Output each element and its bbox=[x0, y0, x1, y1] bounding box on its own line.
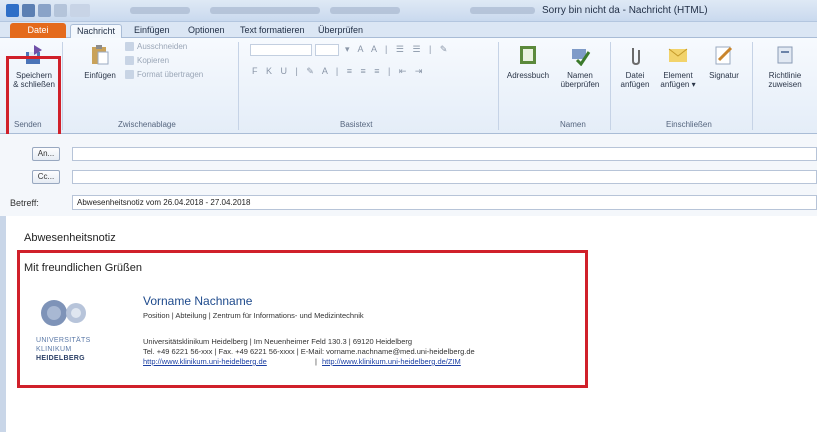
cut-button[interactable]: Ausschneiden bbox=[125, 42, 187, 51]
paste-label: Einfügen bbox=[84, 71, 116, 80]
signature-button[interactable]: Signatur bbox=[704, 44, 744, 80]
cc-field[interactable] bbox=[72, 170, 817, 184]
blurred-title-part bbox=[210, 7, 320, 14]
group-separator bbox=[498, 42, 499, 130]
quick-access-toolbar bbox=[6, 4, 90, 17]
tab-format-text[interactable]: Text formatieren bbox=[240, 24, 305, 38]
group-label-basic-text: Basistext bbox=[340, 120, 373, 129]
group-separator bbox=[238, 42, 239, 130]
blurred-title-part bbox=[130, 7, 190, 14]
assign-policy-label-1: Richtlinie bbox=[768, 71, 802, 80]
envelope-icon bbox=[668, 48, 688, 62]
blurred-title-part bbox=[470, 7, 535, 14]
check-names-button[interactable]: Namen überprüfen bbox=[558, 44, 602, 89]
copy-button[interactable]: Kopieren bbox=[125, 56, 169, 65]
subject-label: Betreff: bbox=[10, 198, 39, 208]
highlight-box-save bbox=[6, 56, 61, 138]
cc-button[interactable]: Cc... bbox=[32, 170, 60, 184]
attach-item-label-1: Element bbox=[663, 71, 693, 80]
attach-file-label-2: anfügen bbox=[620, 80, 650, 89]
outlook-icon bbox=[6, 4, 19, 17]
tab-insert[interactable]: Einfügen bbox=[134, 24, 170, 38]
assign-policy-button[interactable]: Richtlinie zuweisen bbox=[760, 44, 810, 89]
check-names-label-2: überprüfen bbox=[560, 80, 600, 89]
to-field[interactable] bbox=[72, 147, 817, 161]
format-painter-button[interactable]: Format übertragen bbox=[125, 70, 203, 79]
tab-file[interactable]: Datei bbox=[10, 23, 66, 38]
group-label-include: Einschließen bbox=[666, 120, 712, 129]
group-separator bbox=[610, 42, 611, 130]
address-book-label: Adressbuch bbox=[506, 71, 550, 80]
blurred-title-part bbox=[330, 7, 400, 14]
title-bar: Sorry bin nicht da - Nachricht (HTML) bbox=[0, 0, 817, 22]
subject-field[interactable]: Abwesenheitsnotiz vom 26.04.2018 - 27.04… bbox=[72, 195, 817, 210]
paperclip-icon bbox=[632, 48, 640, 66]
font-name-combo[interactable] bbox=[250, 44, 312, 56]
group-label-names: Namen bbox=[560, 120, 586, 129]
address-book-icon bbox=[520, 46, 536, 64]
tab-message[interactable]: Nachricht bbox=[70, 24, 122, 38]
brush-icon bbox=[125, 70, 134, 79]
to-button[interactable]: An... bbox=[32, 147, 60, 161]
paste-button[interactable]: Einfügen bbox=[80, 44, 120, 80]
tab-review[interactable]: Überprüfen bbox=[318, 24, 363, 38]
ribbon-tabs: Datei Nachricht Einfügen Optionen Text f… bbox=[0, 22, 817, 38]
paste-icon bbox=[92, 45, 109, 65]
text-format-buttons[interactable]: F K U | ✎ A | ≡ ≡ ≡ | ⇤ ⇥ bbox=[252, 66, 425, 77]
body-heading: Abwesenheitsnotiz bbox=[24, 232, 116, 244]
font-size-combo[interactable] bbox=[315, 44, 339, 56]
attach-file-label-1: Datei bbox=[625, 71, 645, 80]
policy-icon bbox=[777, 46, 793, 64]
message-header-fields: An... Cc... Betreff: Abwesenheitsnotiz v… bbox=[0, 134, 817, 216]
check-names-label-1: Namen bbox=[567, 71, 593, 80]
attach-file-button[interactable]: Datei anfügen bbox=[616, 44, 654, 89]
tab-options[interactable]: Optionen bbox=[188, 24, 225, 38]
group-separator bbox=[62, 42, 63, 130]
signature-label: Signatur bbox=[709, 71, 739, 80]
check-names-icon bbox=[572, 49, 591, 67]
scissors-icon bbox=[125, 42, 134, 51]
save-icon[interactable] bbox=[22, 4, 35, 17]
customize-icon[interactable] bbox=[70, 4, 90, 17]
ribbon: Speichern & schließen Senden Einfügen Au… bbox=[0, 38, 817, 134]
redo-icon[interactable] bbox=[54, 4, 67, 17]
group-separator bbox=[752, 42, 753, 130]
window-title: Sorry bin nicht da - Nachricht (HTML) bbox=[542, 5, 708, 16]
undo-icon[interactable] bbox=[38, 4, 51, 17]
group-label-clipboard: Zwischenablage bbox=[118, 120, 176, 129]
signature-icon bbox=[715, 46, 733, 65]
attach-item-button[interactable]: Element anfügen ▾ bbox=[656, 44, 700, 89]
copy-icon bbox=[125, 56, 134, 65]
assign-policy-label-2: zuweisen bbox=[768, 80, 802, 89]
font-size-buttons[interactable]: ▾ A A | ☰ ☰ | ✎ bbox=[345, 44, 450, 55]
address-book-button[interactable]: Adressbuch bbox=[506, 44, 550, 80]
attach-item-label-2: anfügen ▾ bbox=[660, 80, 696, 89]
highlight-box-signature bbox=[17, 250, 588, 388]
